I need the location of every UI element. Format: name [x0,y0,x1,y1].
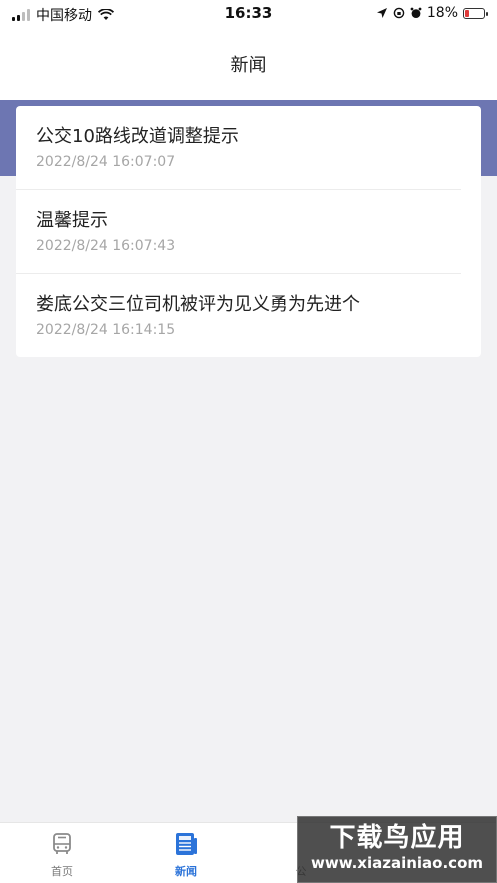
watermark-main-text: 下载鸟应用 [329,823,465,853]
tab-news[interactable]: 新闻 [151,831,221,879]
alarm-clock-icon [410,7,422,18]
news-title: 公交10路线改道调整提示 [36,126,239,147]
status-bar: 中国移动 16:33 18% [0,0,497,27]
rotation-lock-icon [393,7,405,19]
battery-percent: 18% [426,5,458,21]
tab-home[interactable]: 首页 [27,831,97,879]
bus-icon [53,833,71,854]
news-item[interactable]: 娄底公交三位司机被评为见义勇为先进个 2022/8/24 16:14:15 [16,274,461,357]
location-arrow-icon [376,8,387,18]
status-right: 18% [376,5,488,21]
news-icon [176,833,197,855]
news-list: 公交10路线改道调整提示 2022/8/24 16:07:07 温馨提示 202… [16,106,481,357]
watermark-url-text: www.xiazainiao.com [310,854,484,872]
news-item[interactable]: 公交10路线改道调整提示 2022/8/24 16:07:07 [16,106,461,190]
news-time: 2022/8/24 16:07:43 [36,238,176,254]
tab-label: 首页 [51,865,73,878]
battery-icon [463,7,488,19]
news-title: 温馨提示 [36,210,108,231]
nav-bar: 新闻 [0,27,497,100]
news-title: 娄底公交三位司机被评为见义勇为先进个 [36,294,360,315]
page-title: 新闻 [230,54,267,76]
news-item[interactable]: 温馨提示 2022/8/24 16:07:43 [16,190,461,274]
news-time: 2022/8/24 16:14:15 [36,322,176,338]
news-time: 2022/8/24 16:07:07 [36,154,176,170]
watermark-logo: 下载鸟应用 www.xiazainiao.com [297,816,497,883]
tab-label: 新闻 [175,865,197,878]
